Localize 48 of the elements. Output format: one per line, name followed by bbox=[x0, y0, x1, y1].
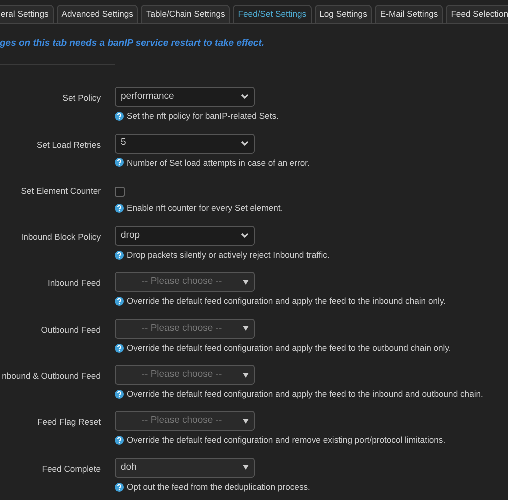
chevron-down-icon bbox=[241, 233, 249, 240]
tab[interactable]: eral Settings bbox=[0, 5, 54, 23]
checkbox[interactable] bbox=[115, 186, 125, 197]
help-icon bbox=[115, 204, 124, 213]
field-label: Inbound Feed bbox=[46, 277, 101, 290]
help-icon bbox=[115, 297, 124, 306]
help-text: Enable nft counter for every Set element. bbox=[127, 202, 284, 215]
field-label: Set Element Counter bbox=[20, 184, 101, 198]
help-text: Override the default feed configuration and remove existing port/protocol limitations. bbox=[127, 434, 446, 448]
help-icon bbox=[115, 251, 124, 260]
restart-notice: ges on this tab needs a banIP service restart to take effect. bbox=[0, 37, 266, 51]
tab[interactable]: Log Settings bbox=[314, 5, 372, 23]
select-field[interactable]: performance bbox=[115, 87, 255, 108]
select-field[interactable]: drop bbox=[115, 226, 255, 246]
chevron-down-icon bbox=[241, 94, 249, 100]
help-icon bbox=[115, 436, 124, 446]
tab[interactable]: Feed Selection bbox=[446, 5, 508, 23]
help-text: Set the nft policy for banIP-related Sets. bbox=[127, 110, 279, 124]
tab[interactable]: E-Mail Settings bbox=[375, 5, 444, 23]
field-label: nbound & Outbound Feed bbox=[1, 370, 101, 384]
help-text: Drop packets silently or actively reject Inbound traffic. bbox=[127, 249, 330, 262]
field-label: Inbound Block Policy bbox=[20, 231, 101, 244]
caret-icon bbox=[243, 465, 249, 470]
help-icon bbox=[115, 158, 124, 168]
caret-icon bbox=[243, 418, 249, 424]
help-text: Override the default feed configuration and apply the feed to the outbound chain only. bbox=[127, 342, 452, 355]
help-icon bbox=[115, 344, 124, 353]
select-field[interactable]: 5 bbox=[115, 134, 255, 154]
select-field[interactable]: doh bbox=[115, 458, 255, 478]
chevron-down-icon bbox=[241, 140, 249, 147]
help-text: Opt out the feed from the deduplication process. bbox=[127, 480, 310, 494]
caret-icon bbox=[243, 372, 249, 378]
field-label: Set Load Retries bbox=[36, 138, 101, 152]
help-icon bbox=[115, 390, 124, 399]
help-text: Override the default feed configuration and apply the feed to the inbound chain only. bbox=[127, 295, 446, 308]
field-label: Feed Complete bbox=[41, 462, 101, 476]
help-text: Number of Set load attempts in case of an error. bbox=[127, 156, 310, 170]
tab[interactable]: Table/Chain Settings bbox=[141, 5, 230, 23]
caret-icon bbox=[243, 326, 249, 332]
field-label: Outbound Feed bbox=[40, 324, 101, 337]
tab[interactable]: Feed/Set Settings bbox=[233, 5, 312, 23]
help-text: Override the default feed configuration and apply the feed to the inbound and outbound chain. bbox=[127, 388, 484, 401]
help-icon bbox=[115, 112, 124, 122]
field-label: Feed Flag Reset bbox=[36, 416, 101, 430]
field-label: Set Policy bbox=[62, 92, 101, 106]
tab[interactable]: Advanced Settings bbox=[56, 5, 138, 23]
caret-icon bbox=[243, 280, 249, 285]
help-icon bbox=[115, 482, 124, 492]
